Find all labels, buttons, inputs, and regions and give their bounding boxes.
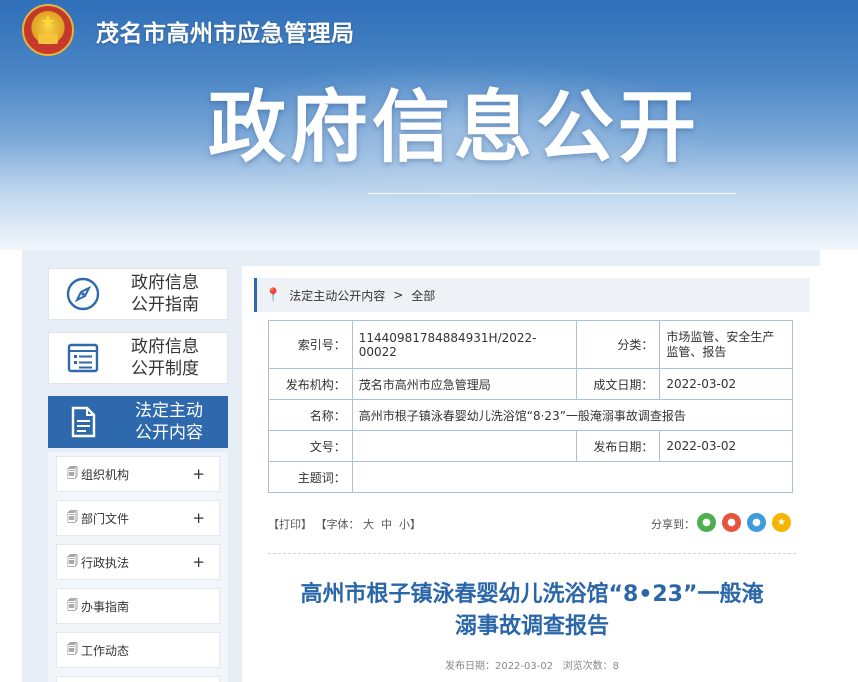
weibo-share-icon[interactable]: ● — [722, 513, 741, 532]
publish-date-label: 发布日期： — [444, 661, 495, 672]
file-icon: 🗐 — [67, 642, 78, 656]
views-label: 浏览次数： — [562, 661, 613, 672]
sidebar-item-org[interactable]: 🗐 组织机构 + — [56, 456, 220, 492]
sidebar-subitem-enforcement: 🗐 行政执法 + — [48, 540, 228, 584]
sidebar-subitem-org: 🗐 组织机构 + — [48, 452, 228, 496]
sidebar-card-label: 政府信息 — [131, 273, 199, 293]
created-date-value: 2022-03-02 — [659, 368, 793, 400]
font-medium-button[interactable]: 中 — [381, 518, 392, 531]
sidebar-subitem-news: 🗐 工作动态 — [48, 628, 228, 672]
expand-icon[interactable]: + — [192, 509, 205, 527]
publisher-label: 发布机构： — [268, 368, 353, 400]
sidebar-card-label: 法定主动 — [135, 401, 203, 421]
article-title: 高州市根子镇泳春婴幼儿洗浴馆“8•23”一般淹 溺事故调查报告 — [268, 579, 796, 643]
table-row: 索引号： 11440981784884931H/2022-00022 分类： 市… — [268, 320, 793, 369]
article-title-line: 溺事故调查报告 — [454, 614, 609, 639]
index-value: 11440981784884931H/2022-00022 — [351, 320, 577, 369]
keywords-label: 主题词： — [268, 461, 353, 493]
docno-label: 文号： — [268, 430, 353, 462]
sidebar-card-guide[interactable]: 政府信息 公开指南 — [48, 268, 228, 320]
publisher-value: 茂名市高州市应急管理局 — [351, 368, 577, 400]
sidebar-card-label: 政府信息 — [131, 337, 199, 357]
breadcrumb: 📍 法定主动公开内容 > 全部 — [254, 278, 810, 312]
sidebar-item-partial — [56, 676, 220, 682]
share-icons: ● ● ● ★ — [697, 513, 791, 532]
file-icon: 🗐 — [67, 554, 78, 568]
table-row: 主题词： — [268, 461, 794, 493]
dashed-divider — [268, 553, 796, 554]
metadata-table: 索引号： 11440981784884931H/2022-00022 分类： 市… — [268, 320, 794, 493]
name-label: 名称： — [268, 399, 353, 431]
qzone-share-icon[interactable]: ★ — [772, 513, 791, 532]
breadcrumb-separator: > — [393, 288, 404, 302]
sidebar-item-label: 行政执法 — [81, 555, 130, 570]
qq-share-icon[interactable]: ● — [747, 513, 766, 532]
location-pin-icon: 📍 — [265, 287, 282, 303]
agency-title[interactable]: 茂名市高州市应急管理局 — [96, 14, 355, 48]
font-small-button[interactable]: 小】 — [399, 518, 421, 531]
compass-icon — [65, 276, 101, 312]
views-value: 8 — [612, 661, 620, 672]
sidebar-subitem-more — [48, 672, 228, 682]
file-icon: 🗐 — [67, 466, 78, 480]
created-date-label: 成文日期： — [575, 368, 661, 400]
banner-divider — [368, 193, 736, 194]
file-icon: 🗐 — [67, 598, 78, 612]
table-row: 发布机构： 茂名市高州市应急管理局 成文日期： 2022-03-02 — [268, 368, 793, 400]
national-emblem-icon: ★ — [22, 4, 74, 56]
sidebar-item-label: 组织机构 — [81, 467, 130, 482]
keywords-value — [351, 461, 794, 493]
index-label: 索引号： — [268, 320, 353, 369]
article-title-line: 高州市根子镇泳春婴幼儿洗浴馆“8•23”一般淹 — [300, 582, 764, 607]
breadcrumb-link[interactable]: 法定主动公开内容 — [289, 287, 385, 304]
sidebar-card-label: 公开内容 — [135, 423, 203, 443]
name-value: 高州市根子镇泳春婴幼儿洗浴馆“8·23”一般淹溺事故调查报告 — [351, 399, 794, 431]
sidebar-item-label: 办事指南 — [81, 599, 130, 614]
docno-value — [351, 430, 577, 462]
sidebar-subitem-guide: 🗐 办事指南 — [48, 584, 228, 628]
publish-date-value: 2022-03-02 — [494, 661, 554, 672]
list-icon — [65, 340, 101, 376]
published-date-label: 发布日期： — [575, 430, 661, 462]
wechat-share-icon[interactable]: ● — [697, 513, 716, 532]
sidebar-card-active-content[interactable]: 法定主动 公开内容 — [48, 396, 228, 448]
breadcrumb-current[interactable]: 全部 — [411, 287, 435, 304]
sidebar-card-label: 公开制度 — [131, 359, 199, 379]
document-icon — [65, 404, 101, 440]
sidebar-item-enforcement[interactable]: 🗐 行政执法 + — [56, 544, 220, 580]
sidebar-item-service-guide[interactable]: 🗐 办事指南 — [56, 588, 220, 624]
published-date-value: 2022-03-02 — [659, 430, 793, 462]
expand-icon[interactable]: + — [192, 465, 205, 483]
file-icon: 🗐 — [67, 510, 78, 524]
sidebar-card-label: 公开指南 — [131, 295, 199, 315]
sidebar-item-label: 工作动态 — [81, 643, 130, 658]
font-large-button[interactable]: 大 — [363, 518, 374, 531]
article-info: 发布日期：2022-03-02 浏览次数：8 — [268, 657, 796, 672]
sidebar-item-label: 部门文件 — [81, 511, 130, 526]
expand-icon[interactable]: + — [192, 553, 205, 571]
table-row: 文号： 发布日期： 2022-03-02 — [268, 430, 793, 462]
category-value: 市场监管、安全生产监管、报告 — [659, 320, 793, 369]
sidebar-item-docs[interactable]: 🗐 部门文件 + — [56, 500, 220, 536]
table-row: 名称： 高州市根子镇泳春婴幼儿洗浴馆“8·23”一般淹溺事故调查报告 — [268, 399, 794, 431]
sidebar-card-system[interactable]: 政府信息 公开制度 — [48, 332, 228, 384]
share-label: 分享到： — [651, 518, 695, 531]
banner-title: 政府信息公开 — [208, 83, 701, 173]
category-label: 分类： — [575, 320, 661, 369]
sidebar-subitem-docs: 🗐 部门文件 + — [48, 496, 228, 540]
font-size-label: 【字体： — [315, 518, 360, 531]
print-button[interactable]: 【打印】 — [268, 518, 312, 531]
sidebar-item-work-news[interactable]: 🗐 工作动态 — [56, 632, 220, 668]
header-banner: ★ 茂名市高州市应急管理局 政府信息公开 — [0, 0, 858, 250]
